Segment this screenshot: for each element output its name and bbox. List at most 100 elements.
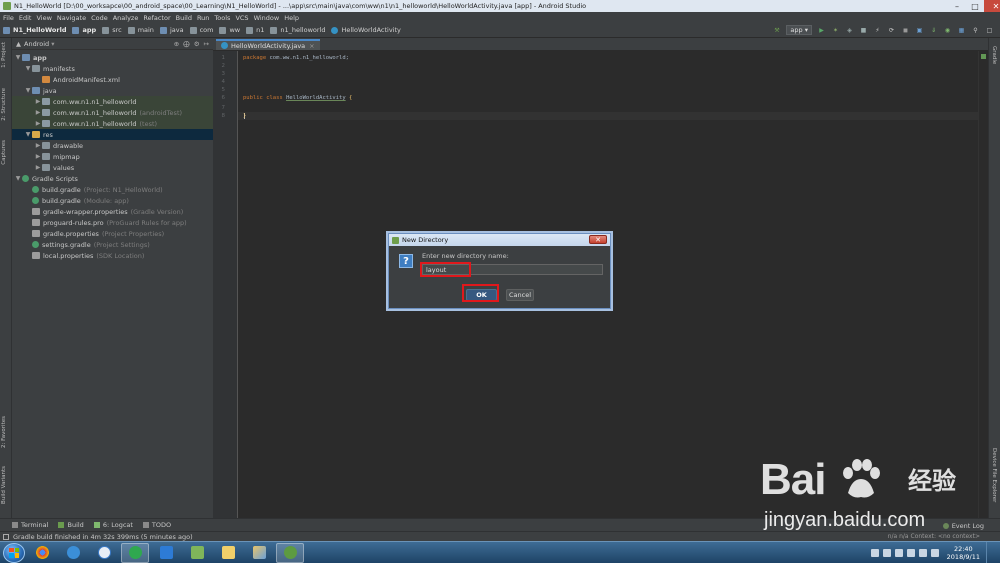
- tab-captures[interactable]: Captures: [1, 140, 7, 165]
- tab-logcat[interactable]: 6: Logcat: [93, 521, 133, 529]
- close-window-button[interactable]: ✕: [984, 0, 1000, 12]
- network-icon[interactable]: [918, 549, 927, 557]
- menu-code[interactable]: Code: [91, 14, 108, 22]
- close-tab-icon[interactable]: ×: [309, 42, 314, 50]
- menu-tools[interactable]: Tools: [214, 14, 230, 22]
- taskbar-chrome[interactable]: [28, 543, 56, 563]
- taskbar-app-5[interactable]: [152, 543, 180, 563]
- hammer-icon[interactable]: ⚒: [772, 26, 781, 35]
- tree-item-build-gradle-project[interactable]: build.gradle (Project: N1_HelloWorld): [12, 184, 213, 195]
- tool-windows-icon[interactable]: [3, 533, 9, 540]
- event-log-button[interactable]: Event Log: [942, 522, 984, 530]
- breadcrumb-java[interactable]: java: [159, 26, 184, 34]
- tab-gradle[interactable]: Gradle: [991, 46, 997, 64]
- collapsed-arrow-icon[interactable]: ▶: [34, 153, 42, 160]
- tree-item-settings-gradle[interactable]: settings.gradle (Project Settings): [12, 239, 213, 250]
- attach-debugger-icon[interactable]: ■: [859, 26, 868, 35]
- tree-item-gradle-properties[interactable]: gradle.properties (Project Properties): [12, 228, 213, 239]
- tab-todo[interactable]: TODO: [142, 521, 171, 529]
- tree-item-androidmanifest[interactable]: AndroidManifest.xml: [12, 74, 213, 85]
- tab-terminal[interactable]: Terminal: [12, 521, 48, 529]
- tray-icon[interactable]: [894, 549, 903, 557]
- layout-icon[interactable]: □: [985, 26, 994, 35]
- cancel-button[interactable]: Cancel: [506, 289, 534, 301]
- tree-item-gradle-wrapper[interactable]: gradle-wrapper.properties (Gradle Version…: [12, 206, 213, 217]
- tree-item-package-androidtest[interactable]: ▶ com.ww.n1.n1_helloworld (androidTest): [12, 107, 213, 118]
- breadcrumb-com[interactable]: com: [189, 26, 213, 34]
- minimize-button[interactable]: –: [948, 0, 966, 12]
- system-clock[interactable]: 22:40 2018/9/11: [947, 545, 980, 561]
- collapsed-arrow-icon[interactable]: ▶: [34, 109, 42, 116]
- taskbar-app-3[interactable]: [90, 543, 118, 563]
- taskbar-ie[interactable]: [59, 543, 87, 563]
- menu-edit[interactable]: Edit: [19, 14, 32, 22]
- taskbar-explorer[interactable]: [214, 543, 242, 563]
- tree-item-app[interactable]: ▼ app: [12, 52, 213, 63]
- menu-vcs[interactable]: VCS: [235, 14, 248, 22]
- hide-panel-icon[interactable]: ↦: [204, 40, 209, 48]
- menu-file[interactable]: File: [3, 14, 14, 22]
- tree-item-package-main[interactable]: ▶ com.ww.n1.n1_helloworld: [12, 96, 213, 107]
- show-desktop-button[interactable]: [986, 542, 994, 563]
- expand-arrow-icon[interactable]: ▼: [14, 175, 22, 182]
- collapsed-arrow-icon[interactable]: ▶: [34, 164, 42, 171]
- collapsed-arrow-icon[interactable]: ▶: [34, 142, 42, 149]
- editor-error-stripe[interactable]: [978, 51, 988, 518]
- collapsed-arrow-icon[interactable]: ▶: [34, 120, 42, 127]
- apply-changes-icon[interactable]: ⚡: [873, 26, 882, 35]
- menu-run[interactable]: Run: [197, 14, 209, 22]
- breadcrumb-src[interactable]: src: [102, 26, 122, 34]
- tree-item-values[interactable]: ▶ values: [12, 162, 213, 173]
- breadcrumb-n1-helloworld[interactable]: n1_helloworld: [270, 26, 325, 34]
- start-button[interactable]: [3, 542, 25, 563]
- tab-build[interactable]: Build: [58, 521, 84, 529]
- tab-project[interactable]: 1: Project: [1, 42, 7, 68]
- tree-item-java[interactable]: ▼ java: [12, 85, 213, 96]
- breadcrumb-app[interactable]: app: [72, 26, 96, 34]
- profile-icon[interactable]: ◈: [845, 26, 854, 35]
- menu-refactor[interactable]: Refactor: [143, 14, 170, 22]
- sync-gradle-icon[interactable]: ⟳: [887, 26, 896, 35]
- breadcrumb-main[interactable]: main: [127, 26, 154, 34]
- expand-arrow-icon[interactable]: ▼: [14, 54, 22, 61]
- taskbar-paint[interactable]: [245, 543, 273, 563]
- tree-item-package-test[interactable]: ▶ com.ww.n1.n1_helloworld (test): [12, 118, 213, 129]
- settings-gear-icon[interactable]: ⚙: [194, 40, 200, 48]
- dialog-close-button[interactable]: ✕: [589, 235, 607, 244]
- tree-item-manifests[interactable]: ▼ manifests: [12, 63, 213, 74]
- menu-help[interactable]: Help: [284, 14, 299, 22]
- tree-item-drawable[interactable]: ▶ drawable: [12, 140, 213, 151]
- directory-name-input[interactable]: layout: [422, 264, 603, 275]
- tab-helloworldactivity[interactable]: HelloWorldActivity.java ×: [216, 39, 320, 50]
- breadcrumb-ww[interactable]: ww: [219, 26, 240, 34]
- tree-item-mipmap[interactable]: ▶ mipmap: [12, 151, 213, 162]
- menu-view[interactable]: View: [36, 14, 51, 22]
- run-config-select[interactable]: app ▾: [786, 25, 812, 35]
- project-structure-icon[interactable]: ▦: [957, 26, 966, 35]
- project-view-mode[interactable]: Android: [24, 40, 49, 48]
- breadcrumb-class[interactable]: HelloWorldActivity: [331, 26, 401, 34]
- volume-icon[interactable]: [930, 549, 939, 557]
- tray-icon[interactable]: [906, 549, 915, 557]
- tab-device-file-explorer[interactable]: Device File Explorer: [991, 448, 997, 502]
- menu-window[interactable]: Window: [254, 14, 280, 22]
- android-monitor-icon[interactable]: ◉: [943, 26, 952, 35]
- tree-item-proguard[interactable]: proguard-rules.pro (ProGuard Rules for ap…: [12, 217, 213, 228]
- breadcrumb-n1[interactable]: n1: [246, 26, 264, 34]
- search-icon[interactable]: ⚲: [971, 26, 980, 35]
- avd-manager-icon[interactable]: ▣: [915, 26, 924, 35]
- menu-navigate[interactable]: Navigate: [57, 14, 86, 22]
- run-icon[interactable]: ▶: [817, 26, 826, 35]
- tab-favorites[interactable]: 2: Favorites: [1, 416, 7, 448]
- taskbar-android-studio[interactable]: [276, 542, 304, 563]
- expand-arrow-icon[interactable]: ▼: [24, 131, 32, 138]
- tree-item-local-properties[interactable]: local.properties (SDK Location): [12, 250, 213, 261]
- stop-icon[interactable]: ◼: [901, 26, 910, 35]
- expand-arrow-icon[interactable]: ▼: [24, 65, 32, 72]
- tree-item-build-gradle-app[interactable]: build.gradle (Module: app): [12, 195, 213, 206]
- tree-item-res[interactable]: ▼ res: [12, 129, 213, 140]
- collapsed-arrow-icon[interactable]: ▶: [34, 98, 42, 105]
- maximize-button[interactable]: □: [966, 0, 984, 12]
- taskbar-app-6[interactable]: [183, 543, 211, 563]
- taskbar-app-4[interactable]: [121, 542, 149, 563]
